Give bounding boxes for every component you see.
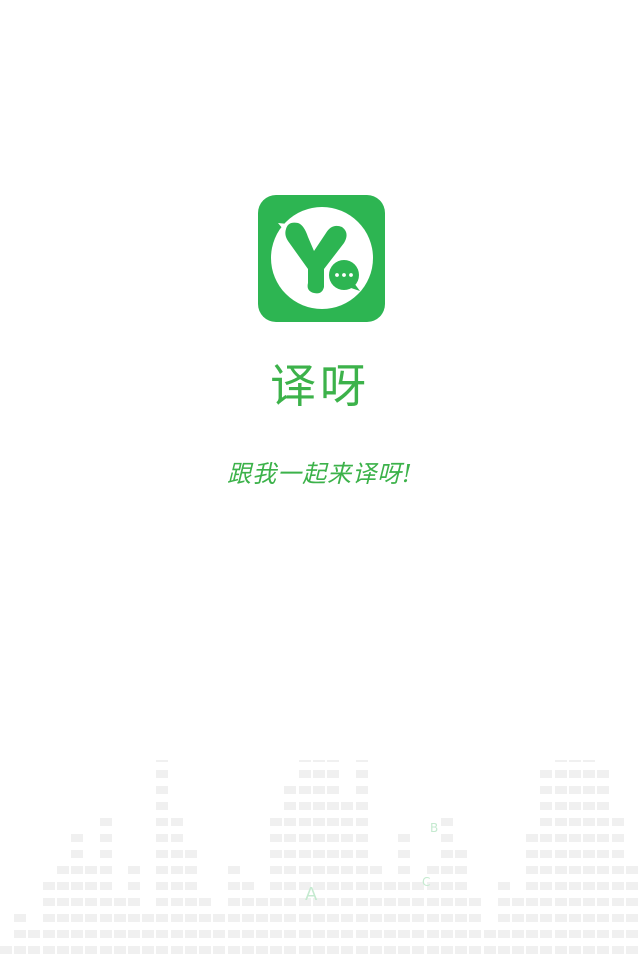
app-name: 译呀 <box>270 359 370 413</box>
app-logo-icon <box>258 195 385 322</box>
splash-screen: 译呀 跟我一起来译呀! A B C <box>0 0 640 960</box>
app-slogan: 跟我一起来译呀! <box>227 460 413 488</box>
floating-letter: B <box>430 821 438 835</box>
floating-letter: C <box>422 875 430 889</box>
equalizer-background: A B C <box>0 760 640 960</box>
floating-letter: A <box>305 884 318 905</box>
